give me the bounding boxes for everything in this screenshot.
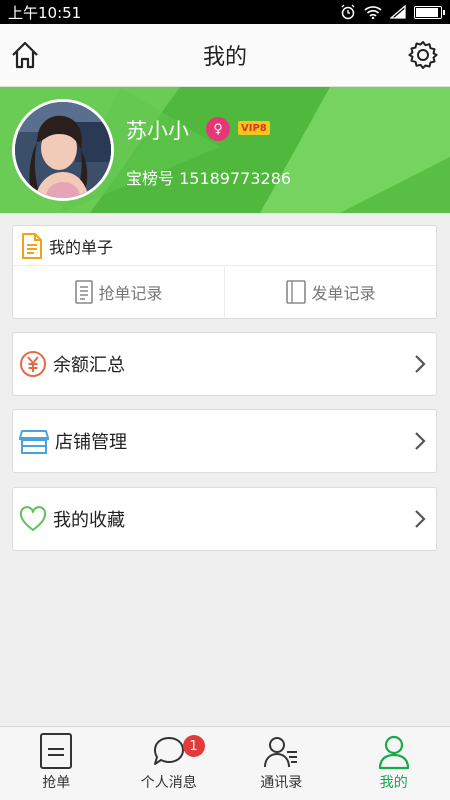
my-favorites-item[interactable]: 我的收藏 [12, 487, 437, 551]
chat-icon [153, 737, 184, 765]
status-icons [340, 4, 445, 20]
grab-records-button[interactable]: 抢单记录 [13, 266, 224, 318]
home-icon [12, 41, 38, 69]
account-id: 宝榜号 15189773286 [126, 169, 292, 188]
avatar[interactable] [12, 99, 114, 201]
orders-actions: 抢单记录 发单记录 [13, 266, 436, 318]
clipboard-icon [75, 280, 94, 304]
home-button[interactable] [8, 38, 42, 72]
store-management-label: 店铺管理 [55, 432, 127, 453]
contacts-icon [264, 737, 298, 768]
avatar-image [15, 102, 111, 198]
user-name: 苏小小 [126, 119, 189, 143]
list-icon [40, 733, 73, 769]
alarm-icon [341, 4, 355, 20]
balance-summary-label: 余额汇总 [53, 355, 125, 376]
post-records-button[interactable]: 发单记录 [224, 266, 436, 318]
female-icon: ♀ [206, 117, 230, 141]
nav-contacts[interactable]: 通讯录 [225, 727, 338, 800]
chevron-right-icon [415, 432, 426, 450]
document-icon [22, 232, 42, 259]
post-records-label: 发单记录 [311, 284, 376, 303]
gear-icon [408, 41, 438, 69]
my-favorites-label: 我的收藏 [53, 510, 125, 531]
nav-profile[interactable]: 我的 [338, 727, 450, 800]
status-time: 上午10:51 [8, 3, 82, 22]
chevron-right-icon [415, 510, 426, 528]
heart-icon [19, 506, 47, 531]
app-header: 我的 [0, 24, 450, 87]
vip-badge: VIP8 [238, 121, 270, 135]
battery-icon [414, 5, 445, 19]
signal-icon [390, 5, 406, 19]
nav-profile-label: 我的 [379, 775, 408, 791]
settings-button[interactable] [406, 38, 440, 72]
store-icon [19, 430, 49, 454]
bottom-nav: 抢单 1 个人消息 通讯录 我的 [0, 726, 450, 800]
my-orders-header[interactable]: 我的单子 [13, 226, 436, 266]
chevron-right-icon [415, 355, 426, 373]
nav-grab-orders-label: 抢单 [42, 775, 71, 791]
profile-banner: 苏小小 ♀ VIP8 宝榜号 15189773286 [0, 87, 450, 213]
my-orders-title: 我的单子 [49, 237, 114, 257]
nav-grab-orders[interactable]: 抢单 [0, 727, 113, 800]
grab-records-label: 抢单记录 [98, 284, 163, 303]
balance-summary-item[interactable]: 余额汇总 [12, 332, 437, 396]
store-management-item[interactable]: 店铺管理 [12, 409, 437, 473]
nav-messages-label: 个人消息 [140, 775, 197, 791]
page-title: 我的 [202, 45, 247, 70]
notebook-icon [286, 280, 307, 304]
message-count-badge: 1 [182, 735, 205, 757]
status-bar: 上午10:51 [0, 0, 450, 24]
nav-contacts-label: 通讯录 [260, 775, 303, 791]
wifi-icon [364, 6, 382, 19]
nav-messages[interactable]: 1 个人消息 [113, 727, 226, 800]
yuan-icon [20, 351, 46, 377]
my-orders-card: 我的单子 抢单记录 发单记录 [12, 225, 437, 319]
user-icon [378, 735, 409, 770]
